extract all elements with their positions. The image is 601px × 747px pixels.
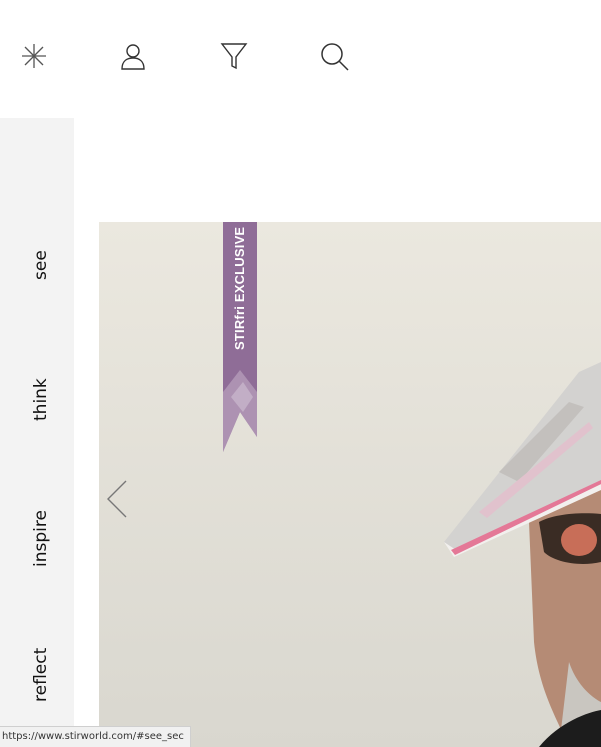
top-bar [0, 0, 601, 118]
side-nav: see think inspire reflect [0, 118, 74, 747]
nav-item-think[interactable]: think [31, 378, 51, 421]
search-icon[interactable] [316, 38, 352, 74]
nav-item-see[interactable]: see [31, 250, 51, 280]
hero-photo [99, 222, 601, 747]
hero-image: STIRfri EXCLUSIVE [99, 222, 601, 747]
ribbon-label: STIRfri EXCLUSIVE [232, 226, 247, 350]
nav-item-inspire[interactable]: inspire [31, 510, 51, 567]
status-bar-url: https://www.stirworld.com/#see_sec [0, 726, 191, 747]
chevron-left-icon[interactable] [104, 478, 132, 520]
sparkle-icon[interactable] [16, 38, 52, 74]
filter-icon[interactable] [216, 38, 252, 74]
nav-item-reflect[interactable]: reflect [31, 648, 51, 702]
user-icon[interactable] [115, 38, 151, 74]
